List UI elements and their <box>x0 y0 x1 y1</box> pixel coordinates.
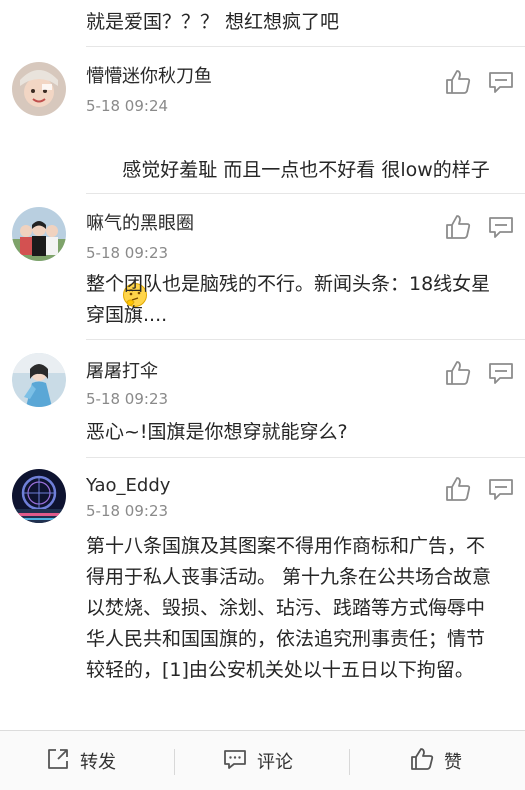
comment-icon[interactable] <box>487 359 515 387</box>
comment-text: 就是爱国？？？ 想红想疯了吧 <box>86 11 340 33</box>
comment-text: 第十八条国旗及其图案不得用作商标和广告，不得用于私人丧事活动。 第十九条在公共场… <box>86 535 492 681</box>
divider <box>86 193 525 194</box>
thumbs-up-icon[interactable] <box>444 359 472 387</box>
username[interactable]: 嘛气的黑眼圈 <box>86 213 194 235</box>
timestamp: 5-18 09:23 <box>86 502 169 520</box>
username[interactable]: 屠屠打伞 <box>86 361 158 383</box>
like-label: 赞 <box>444 752 462 773</box>
comment-button[interactable]: 评论 <box>223 731 293 790</box>
comment-icon[interactable] <box>487 475 515 503</box>
divider <box>349 749 350 775</box>
comment-icon <box>223 747 247 775</box>
comment-text: 整个团队也是脑残的不行。新闻头条：18线女星穿国旗.... <box>86 273 491 326</box>
avatar[interactable] <box>12 62 66 116</box>
timestamp: 5-18 09:24 <box>86 97 169 115</box>
timestamp: 5-18 09:23 <box>86 390 169 408</box>
comment-label: 评论 <box>257 752 293 773</box>
thumbs-up-icon[interactable] <box>444 213 472 241</box>
avatar[interactable] <box>12 353 66 407</box>
repost-icon <box>46 747 70 775</box>
timestamp: 5-18 09:23 <box>86 244 169 262</box>
repost-button[interactable]: 转发 <box>46 731 116 790</box>
action-bar: 转发 评论 赞 <box>0 730 525 790</box>
thumbs-up-icon[interactable] <box>444 475 472 503</box>
repost-label: 转发 <box>80 752 116 773</box>
comment-text-content: 感觉好羞耻 而且一点也不好看 很low的样子 <box>122 159 490 181</box>
thumbs-up-icon <box>410 747 434 775</box>
thumbs-up-icon[interactable] <box>444 68 472 96</box>
avatar[interactable] <box>12 469 66 523</box>
username[interactable]: 懵懵迷你秋刀鱼 <box>86 66 212 88</box>
username[interactable]: Yao_Eddy <box>86 475 170 497</box>
comment-feed: 就是爱国？？？ 想红想疯了吧 懵懵迷你秋刀鱼 5-18 09:24 感觉好羞耻 … <box>0 0 525 790</box>
divider <box>86 457 525 458</box>
comment-icon[interactable] <box>487 213 515 241</box>
avatar[interactable] <box>12 207 66 261</box>
comment-text: 恶心~!国旗是你想穿就能穿么? <box>86 421 348 443</box>
divider <box>174 749 175 775</box>
divider <box>86 339 525 340</box>
divider <box>86 46 525 47</box>
comment-icon[interactable] <box>487 68 515 96</box>
like-button[interactable]: 赞 <box>410 731 462 790</box>
